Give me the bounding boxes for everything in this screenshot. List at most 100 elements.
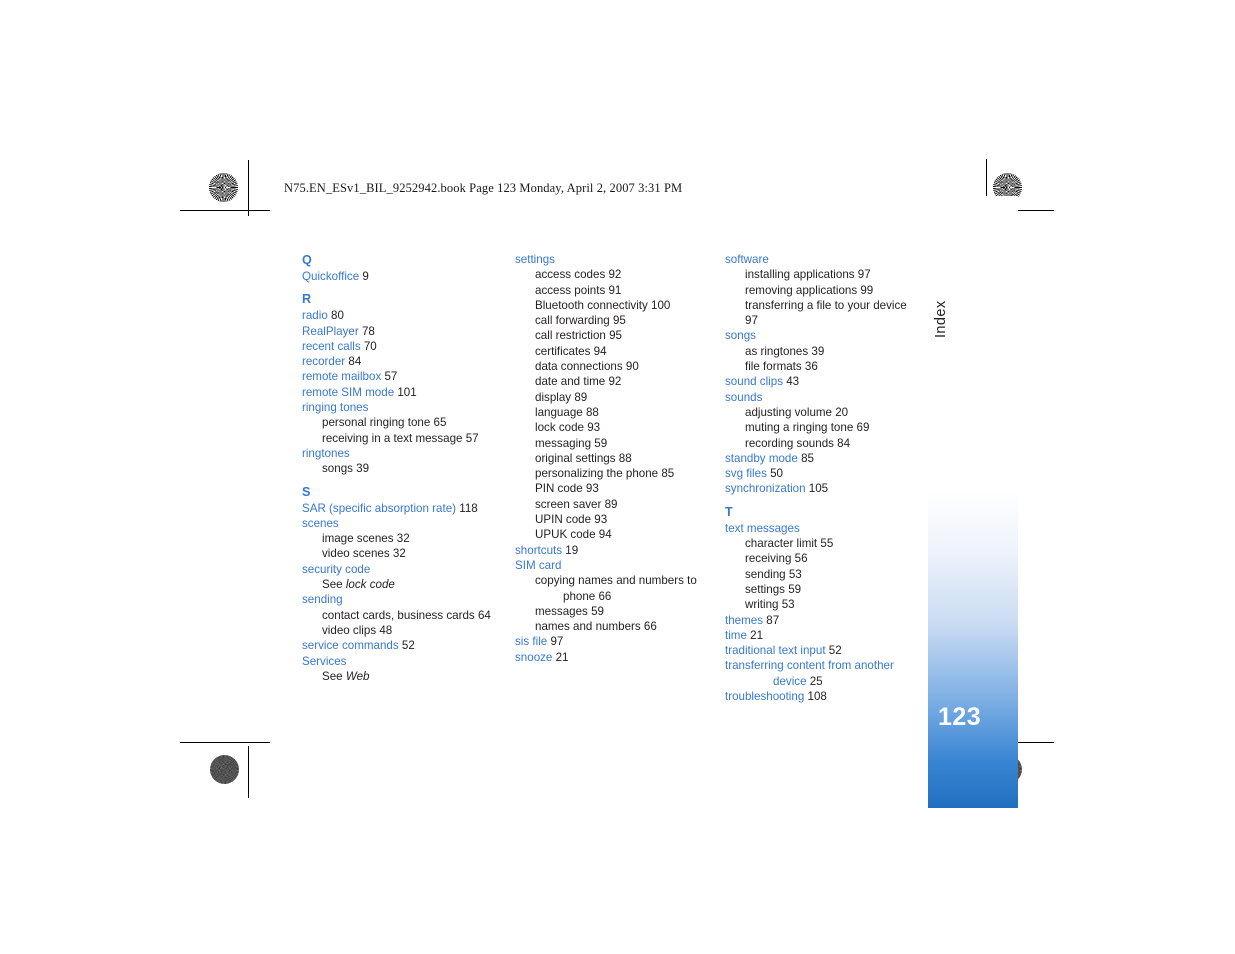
index-term: phone <box>563 589 596 603</box>
index-term: contact cards, business cards <box>322 608 475 622</box>
index-term: service commands <box>302 639 399 653</box>
index-term: sounds <box>725 390 763 404</box>
index-subentry: receiving 56 <box>725 551 915 566</box>
index-page-ref: 99 <box>857 283 874 297</box>
index-term: receiving <box>745 552 792 566</box>
index-term: screen saver <box>535 497 602 511</box>
index-letter-heading: R <box>302 292 312 307</box>
index-page-ref: 80 <box>327 309 344 323</box>
cross-reference-prefix: See <box>322 669 346 683</box>
index-subentry: access points 91 <box>515 283 715 298</box>
index-term: remote SIM mode <box>302 385 395 399</box>
cross-reference-target: Web <box>345 669 370 683</box>
index-page-ref: 53 <box>785 567 802 581</box>
index-subentry-continuation: phone 66 <box>515 589 715 604</box>
index-term: original settings <box>535 451 616 465</box>
index-term: sending <box>745 567 786 581</box>
index-term: recent calls <box>302 339 361 353</box>
index-page-ref: 32 <box>393 532 410 546</box>
index-term: time <box>725 628 747 642</box>
index-term: call forwarding <box>535 314 610 328</box>
index-term: UPIN code <box>535 513 592 527</box>
index-term: standby mode <box>725 451 798 465</box>
index-term: text messages <box>725 521 800 535</box>
index-term: troubleshooting <box>725 690 805 704</box>
index-entry: SAR (specific absorption rate) 118 <box>302 501 502 516</box>
index-page-ref: 89 <box>601 497 618 511</box>
index-term: songs <box>322 462 353 476</box>
index-page-ref: 59 <box>587 604 604 618</box>
index-term: ringtones <box>302 446 350 460</box>
index-page-ref: 88 <box>582 405 599 419</box>
index-entry: themes 87 <box>725 613 915 628</box>
index-entry: radio 80 <box>302 308 502 323</box>
index-page-ref: 108 <box>804 690 827 704</box>
index-page-ref: 50 <box>766 467 784 481</box>
index-term: SIM card <box>515 558 562 572</box>
cross-reference-prefix: See <box>322 578 346 592</box>
index-page-ref: 69 <box>853 421 870 435</box>
index-page-ref: 48 <box>376 623 393 637</box>
index-term: settings <box>515 253 555 266</box>
index-term: snooze <box>515 650 553 664</box>
index-page-ref: 9 <box>359 270 369 283</box>
index-subentry: certificates 94 <box>515 344 715 359</box>
index-term: themes <box>725 613 764 627</box>
index-page-ref: 84 <box>833 436 851 450</box>
index-page-ref: 118 <box>456 501 478 515</box>
index-subentry: PIN code 93 <box>515 481 715 496</box>
index-term: call restriction <box>535 329 606 343</box>
index-term: transferring content from another <box>725 659 894 673</box>
index-term: songs <box>725 329 756 343</box>
index-page-ref: 25 <box>806 674 823 688</box>
index-page-ref: 39 <box>352 462 370 476</box>
index-term: messaging <box>535 436 592 450</box>
index-subentry: installing applications 97 <box>725 267 915 282</box>
index-term: video clips <box>322 623 377 637</box>
index-page-ref: 92 <box>605 375 622 389</box>
index-subentry: video clips 48 <box>302 623 502 638</box>
index-subentry: personalizing the phone 85 <box>515 466 715 481</box>
index-term: scenes <box>302 516 339 530</box>
index-term: as ringtones <box>745 344 809 358</box>
index-page-ref: 94 <box>595 528 612 542</box>
index-page-ref: 89 <box>571 390 588 404</box>
index-subentry: lock code 93 <box>515 420 715 435</box>
index-term: synchronization <box>725 482 806 496</box>
index-term: video scenes <box>322 547 390 561</box>
index-term: language <box>535 405 583 419</box>
index-page-ref: 39 <box>808 344 825 358</box>
index-term: file formats <box>745 360 802 374</box>
index-entry: transferring content from another <box>725 658 915 673</box>
index-page-ref: 94 <box>590 344 607 358</box>
index-page-ref: 93 <box>582 482 599 496</box>
index-subentry: contact cards, business cards 64 <box>302 608 502 623</box>
index-page-ref: 84 <box>345 355 362 369</box>
index-page-ref: 92 <box>605 268 622 282</box>
index-term: installing applications <box>745 268 855 282</box>
index-subentry: copying names and numbers to <box>515 573 715 588</box>
index-page-ref: 36 <box>801 360 818 374</box>
index-term: sound clips <box>725 375 784 389</box>
index-page-ref: 78 <box>358 324 375 338</box>
index-term: copying names and numbers to <box>535 574 697 588</box>
index-term: svg files <box>725 467 767 481</box>
index-term: adjusting volume <box>745 405 833 419</box>
index-term: messages <box>535 604 588 618</box>
index-term: RealPlayer <box>302 324 359 338</box>
index-entry: svg files 50 <box>725 466 915 481</box>
index-subentry: video scenes 32 <box>302 546 502 561</box>
index-subentry: access codes 92 <box>515 267 715 282</box>
index-subentry: writing 53 <box>725 597 915 612</box>
index-subentry: names and numbers 66 <box>515 619 715 634</box>
index-term: sending <box>302 593 343 607</box>
index-subentry: file formats 36 <box>725 359 915 374</box>
index-entry: recent calls 70 <box>302 339 502 354</box>
index-subentry: removing applications 99 <box>725 283 915 298</box>
index-term: device <box>773 674 807 688</box>
index-subentry: call restriction 95 <box>515 328 715 343</box>
index-page-ref: 100 <box>647 298 671 312</box>
index-column-2: settings access codes 92 access points 91 B… <box>515 252 715 665</box>
index-term: shortcuts <box>515 543 563 557</box>
index-entry: synchronization 105 <box>725 481 915 496</box>
